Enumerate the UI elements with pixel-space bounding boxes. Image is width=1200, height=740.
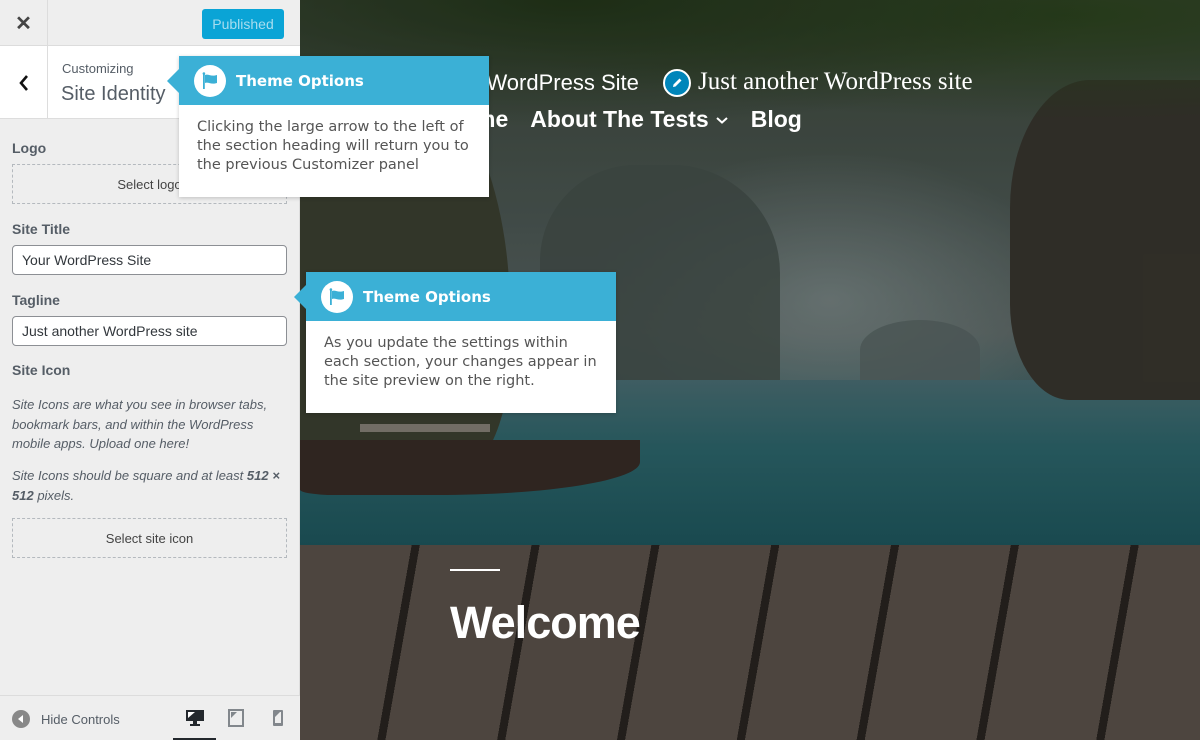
desktop-icon bbox=[186, 710, 204, 726]
chevron-down-icon bbox=[716, 116, 728, 124]
tooltip-body: As you update the settings within each s… bbox=[324, 335, 597, 389]
tablet-icon bbox=[228, 709, 244, 727]
hide-controls-label: Hide Controls bbox=[41, 711, 120, 727]
flag-icon bbox=[194, 64, 226, 97]
site-title-label: Site Title bbox=[12, 221, 71, 237]
tooltip-header: Theme Options bbox=[167, 56, 489, 105]
hero-heading: Welcome bbox=[450, 597, 641, 648]
logo-label: Logo bbox=[12, 140, 47, 156]
preview-site-title[interactable]: r WordPress Site bbox=[473, 70, 639, 96]
nav-item-label: Blog bbox=[750, 106, 802, 132]
nav-item-about-the-tests[interactable]: About The Tests bbox=[530, 106, 728, 133]
size-note-suffix: pixels. bbox=[33, 487, 75, 503]
tooltip-header: Theme Options bbox=[294, 272, 616, 321]
site-icon-label: Site Icon bbox=[12, 362, 71, 378]
flag-icon bbox=[321, 280, 353, 313]
site-title-input[interactable] bbox=[12, 245, 287, 275]
pencil-icon bbox=[673, 78, 682, 87]
chevron-left-icon bbox=[18, 74, 28, 91]
section-subtitle: Customizing bbox=[62, 61, 134, 76]
close-icon: ✕ bbox=[15, 12, 32, 35]
nav-item-blog[interactable]: Blog bbox=[751, 106, 802, 133]
tagline-label: Tagline bbox=[12, 292, 60, 308]
nav-item-label: About The Tests bbox=[530, 106, 709, 132]
preview-desktop-button[interactable] bbox=[184, 708, 206, 728]
publish-button[interactable]: Published bbox=[202, 9, 284, 39]
tour-tooltip-back-arrow: Theme Options Clicking the large arrow t… bbox=[167, 56, 489, 197]
select-site-icon-button[interactable]: Select site icon bbox=[12, 518, 287, 558]
tooltip-title: Theme Options bbox=[236, 71, 364, 90]
edit-shortcut-button[interactable] bbox=[663, 69, 691, 97]
mobile-icon bbox=[273, 710, 283, 726]
tooltip-title: Theme Options bbox=[363, 287, 491, 306]
section-title: Site Identity bbox=[61, 83, 166, 105]
preview-site-tagline: Just another WordPress site bbox=[698, 68, 973, 95]
tooltip-body: Clicking the large arrow to the left of … bbox=[197, 119, 469, 173]
hide-controls-button[interactable]: Hide Controls bbox=[12, 710, 120, 728]
hero-divider bbox=[450, 569, 500, 571]
customizer-header: ✕ Published bbox=[0, 0, 300, 46]
site-icon-size-note: Site Icons should be square and at least… bbox=[12, 466, 290, 505]
tour-tooltip-preview: Theme Options As you update the settings… bbox=[294, 272, 616, 413]
back-button[interactable] bbox=[0, 46, 48, 119]
customizer-footer: Hide Controls bbox=[0, 695, 300, 740]
site-icon-description: Site Icons are what you see in browser t… bbox=[12, 397, 268, 451]
preview-mobile-button[interactable] bbox=[267, 708, 289, 728]
tagline-input[interactable] bbox=[12, 316, 287, 346]
close-customizer-button[interactable]: ✕ bbox=[0, 0, 48, 46]
preview-tablet-button[interactable] bbox=[225, 708, 247, 728]
preview-main-nav: me About The Tests Blog bbox=[475, 106, 802, 133]
collapse-arrow-icon bbox=[12, 710, 30, 728]
size-note-prefix: Site Icons should be square and at least bbox=[12, 468, 247, 483]
